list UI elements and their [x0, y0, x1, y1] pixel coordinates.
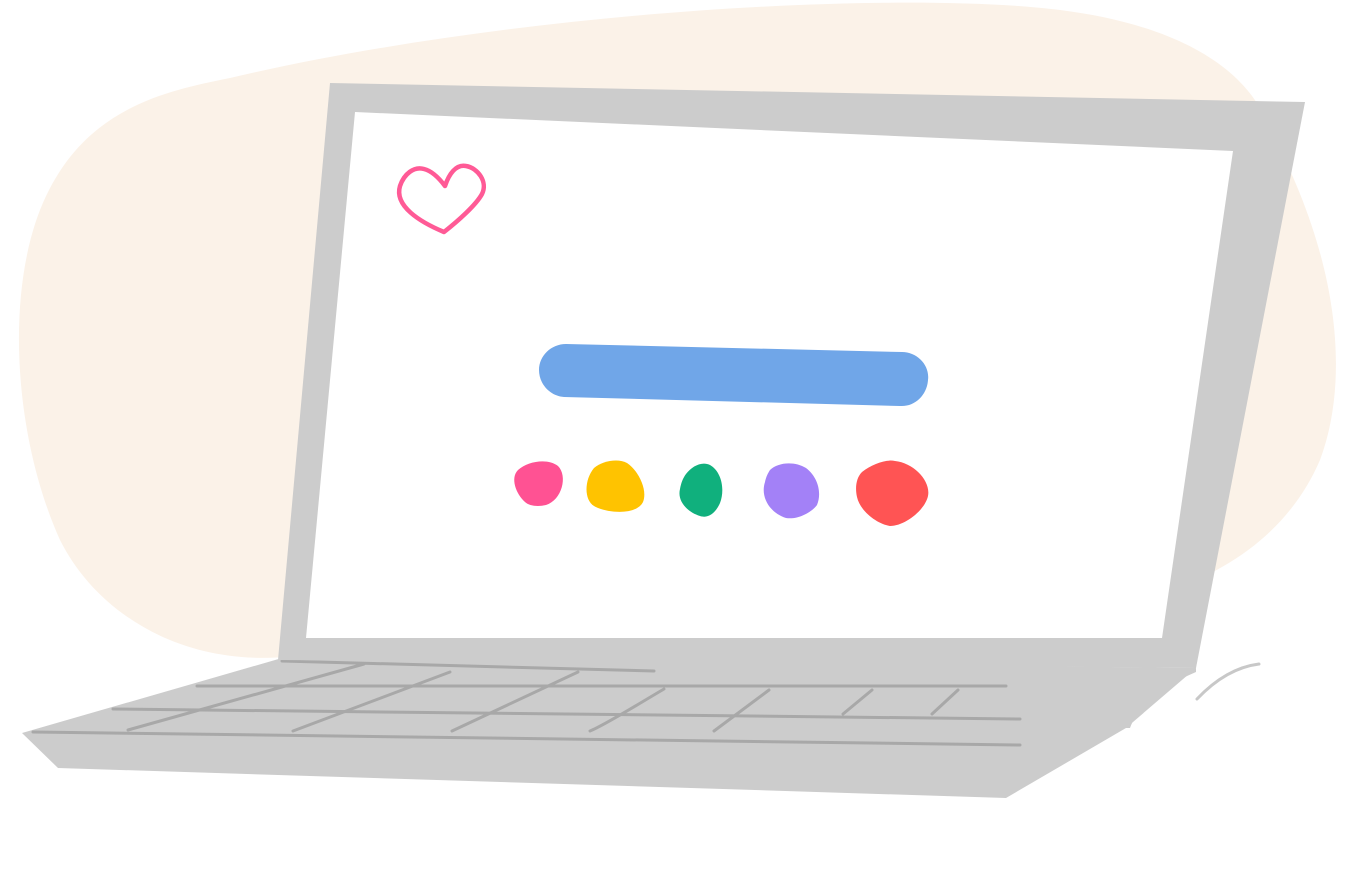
power-cord	[1195, 662, 1261, 701]
laptop-base	[22, 658, 1196, 798]
search-bar-shape	[539, 344, 929, 407]
laptop-illustration	[18, 2, 1336, 798]
